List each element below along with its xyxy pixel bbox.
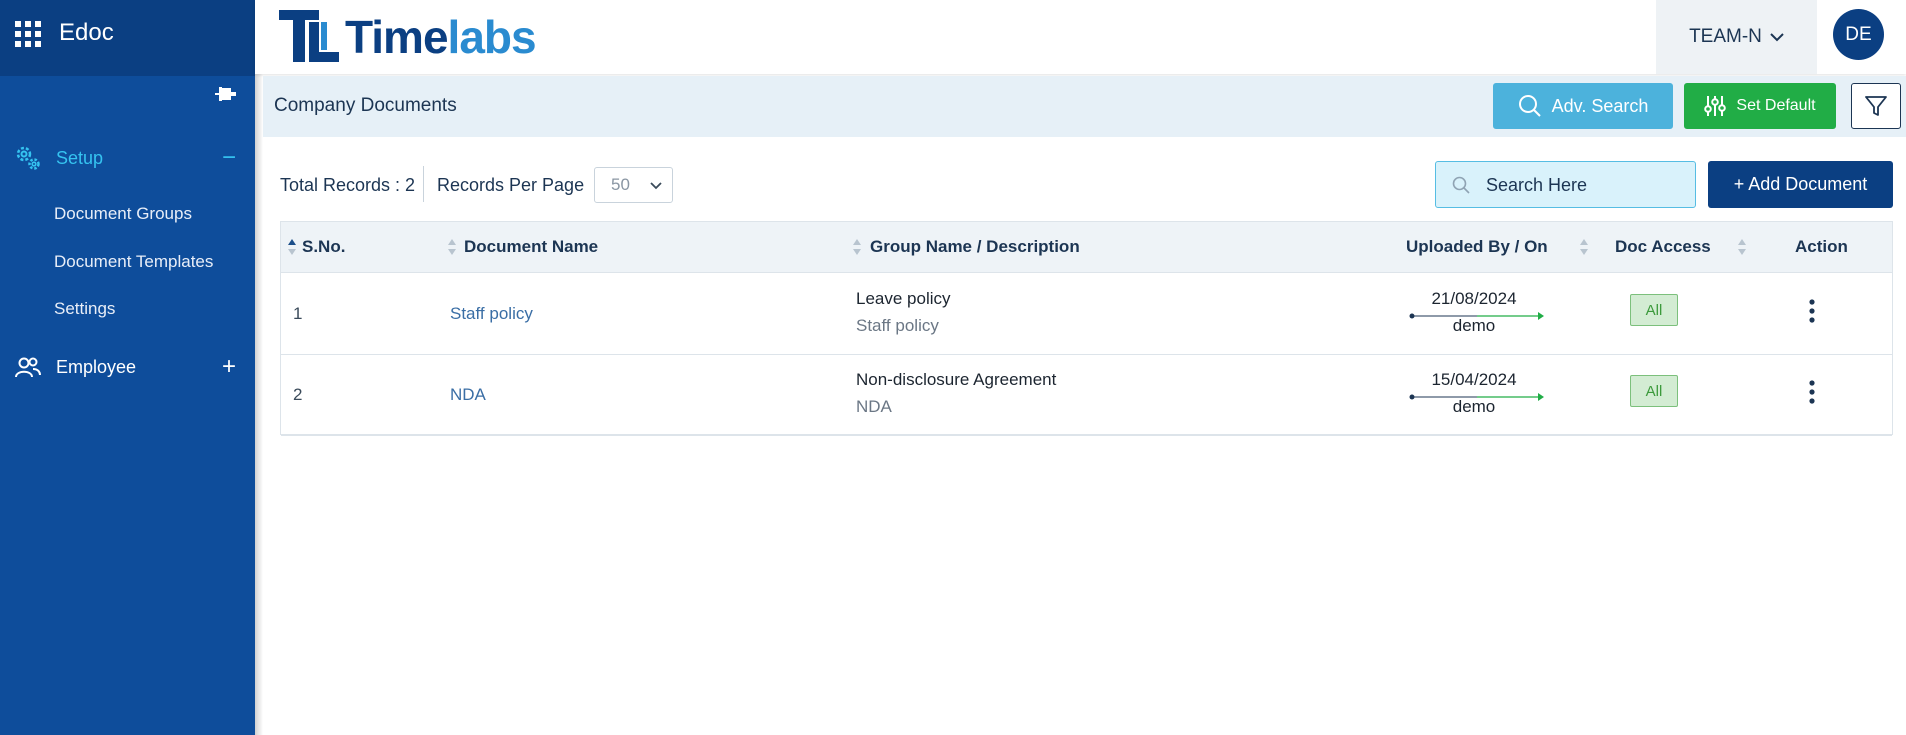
adv-search-label: Adv. Search bbox=[1551, 95, 1649, 116]
table-row: 1 Staff policy Leave policy Staff policy… bbox=[281, 274, 1892, 355]
access-badge: All bbox=[1630, 375, 1678, 407]
sort-icon[interactable] bbox=[447, 237, 457, 257]
uploaded-on: 21/08/2024 bbox=[1431, 289, 1517, 308]
row-sno: 2 bbox=[293, 385, 303, 404]
logo-text: Timelabs bbox=[345, 11, 537, 63]
pin-icon[interactable] bbox=[215, 84, 237, 104]
sidebar-section-setup[interactable]: Setup − bbox=[0, 138, 255, 178]
column-sno[interactable]: S.No. bbox=[302, 237, 345, 257]
team-name: TEAM-N bbox=[1689, 26, 1762, 47]
document-name-link[interactable]: NDA bbox=[450, 385, 486, 405]
table-row: 2 NDA Non-disclosure Agreement NDA 15/04… bbox=[281, 355, 1892, 436]
group-description: NDA bbox=[856, 397, 892, 416]
row-sno: 1 bbox=[293, 304, 303, 323]
documents-table: S.No. Document Name Group Name / Descrip… bbox=[280, 221, 1893, 436]
sort-icon[interactable] bbox=[852, 237, 862, 257]
document-name-link[interactable]: Staff policy bbox=[450, 304, 533, 324]
apps-grid-icon[interactable] bbox=[15, 21, 41, 47]
more-vertical-icon[interactable] bbox=[1806, 379, 1818, 405]
records-per-page-select[interactable]: 50 bbox=[594, 167, 673, 203]
chevron-down-icon bbox=[1770, 33, 1784, 42]
filter-icon bbox=[1865, 96, 1887, 116]
avatar[interactable]: DE bbox=[1833, 9, 1884, 60]
logo[interactable]: Timelabs bbox=[279, 8, 537, 64]
search-icon bbox=[1518, 95, 1541, 117]
total-records: Total Records : 2 bbox=[280, 175, 416, 195]
sidebar-shadow bbox=[255, 0, 263, 735]
group-name: Leave policy bbox=[856, 289, 951, 308]
chevron-down-icon bbox=[650, 182, 662, 190]
group-name: Non-disclosure Agreement bbox=[856, 370, 1057, 389]
page-title: Company Documents bbox=[274, 95, 457, 116]
search-input[interactable] bbox=[1486, 172, 1686, 198]
sidebar-item-document-groups[interactable]: Document Groups bbox=[54, 204, 192, 224]
uploaded-by: demo bbox=[1452, 316, 1496, 335]
sidebar-item-settings[interactable]: Settings bbox=[54, 299, 115, 319]
divider bbox=[423, 166, 424, 202]
search-box bbox=[1435, 161, 1696, 208]
uploaded-by: demo bbox=[1452, 397, 1496, 416]
sidebar-header: Edoc bbox=[0, 0, 255, 76]
collapse-icon[interactable]: − bbox=[222, 146, 236, 170]
sidebar-section-employee[interactable]: Employee + bbox=[0, 347, 255, 387]
users-icon bbox=[15, 357, 41, 378]
set-default-button[interactable]: Set Default bbox=[1684, 83, 1836, 129]
gear-icon bbox=[16, 146, 40, 170]
column-document-name[interactable]: Document Name bbox=[464, 237, 598, 257]
set-default-label: Set Default bbox=[1736, 97, 1816, 114]
logo-mark-icon bbox=[279, 10, 339, 62]
sort-asc-icon[interactable] bbox=[287, 237, 297, 257]
column-doc-access[interactable]: Doc Access bbox=[1615, 237, 1711, 257]
uploaded-on: 15/04/2024 bbox=[1431, 370, 1517, 389]
filter-button[interactable] bbox=[1851, 83, 1901, 129]
column-group-name[interactable]: Group Name / Description bbox=[870, 237, 1080, 257]
app-title: Edoc bbox=[59, 19, 114, 46]
sidebar-section-label: Employee bbox=[56, 356, 137, 377]
table-header: S.No. Document Name Group Name / Descrip… bbox=[281, 222, 1892, 273]
column-action: Action bbox=[1795, 237, 1848, 256]
access-badge: All bbox=[1630, 294, 1678, 326]
add-document-button[interactable]: + Add Document bbox=[1708, 161, 1893, 208]
records-per-page-value: 50 bbox=[611, 175, 630, 194]
page-title-bar: Company Documents Adv. Search Set Defaul… bbox=[263, 76, 1906, 137]
sliders-icon bbox=[1704, 96, 1727, 116]
more-vertical-icon[interactable] bbox=[1806, 298, 1818, 324]
sidebar-section-label: Setup bbox=[56, 147, 104, 168]
column-uploaded-by[interactable]: Uploaded By / On bbox=[1406, 237, 1548, 257]
sidebar-item-document-templates[interactable]: Document Templates bbox=[54, 252, 213, 272]
records-per-page-label: Records Per Page bbox=[437, 175, 585, 195]
sort-icon[interactable] bbox=[1579, 237, 1589, 257]
sort-icon[interactable] bbox=[1737, 237, 1747, 257]
expand-icon[interactable]: + bbox=[222, 355, 236, 379]
adv-search-button[interactable]: Adv. Search bbox=[1493, 83, 1673, 129]
search-icon bbox=[1452, 176, 1470, 194]
group-description: Staff policy bbox=[856, 316, 939, 335]
top-header: Timelabs TEAM-N DE bbox=[255, 0, 1906, 74]
sidebar: Edoc Setup − Document Groups Document Te… bbox=[0, 0, 255, 735]
team-selector[interactable]: TEAM-N bbox=[1656, 0, 1817, 74]
